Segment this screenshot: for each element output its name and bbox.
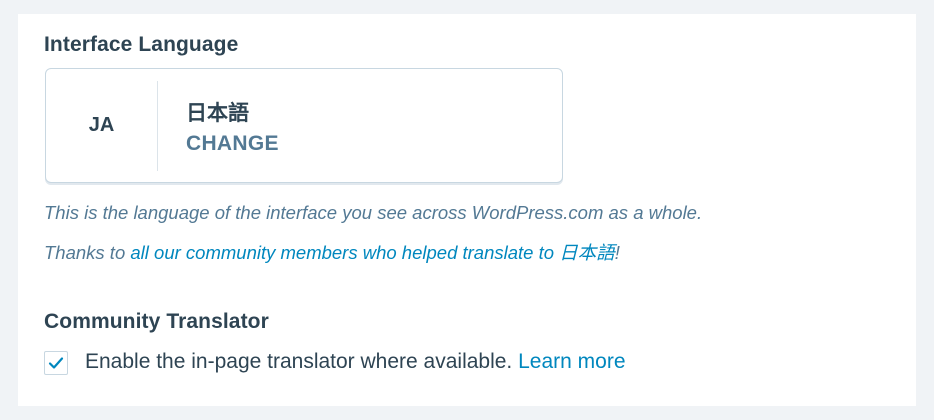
language-code: JA [88,114,115,136]
enable-translator-label: Enable the in-page translator where avai… [85,350,626,374]
checkmark-icon [48,357,64,369]
thanks-prefix: Thanks to [44,242,131,263]
settings-card: Interface Language JA 日本語 CHANGE This is… [18,14,916,406]
community-translators-link[interactable]: all our community members who helped tra… [130,242,615,264]
enable-translator-checkbox[interactable] [44,351,68,375]
community-translators-link-lang: 日本語 [559,243,615,264]
language-name: 日本語 [186,101,249,125]
enable-translator-label-text: Enable the in-page translator where avai… [85,350,519,373]
change-language-button[interactable]: CHANGE [186,132,279,156]
interface-language-description: This is the language of the interface yo… [44,202,703,223]
language-picker-divider [157,81,158,171]
learn-more-link[interactable]: Learn more [518,350,625,373]
interface-language-title: Interface Language [44,33,239,56]
community-translators-link-text: all our community members who helped tra… [130,242,560,263]
thanks-suffix: ! [614,242,620,263]
language-picker[interactable]: JA 日本語 CHANGE [45,68,563,183]
community-translator-title: Community Translator [44,310,269,333]
translation-thanks: Thanks to all our community members who … [44,239,620,265]
